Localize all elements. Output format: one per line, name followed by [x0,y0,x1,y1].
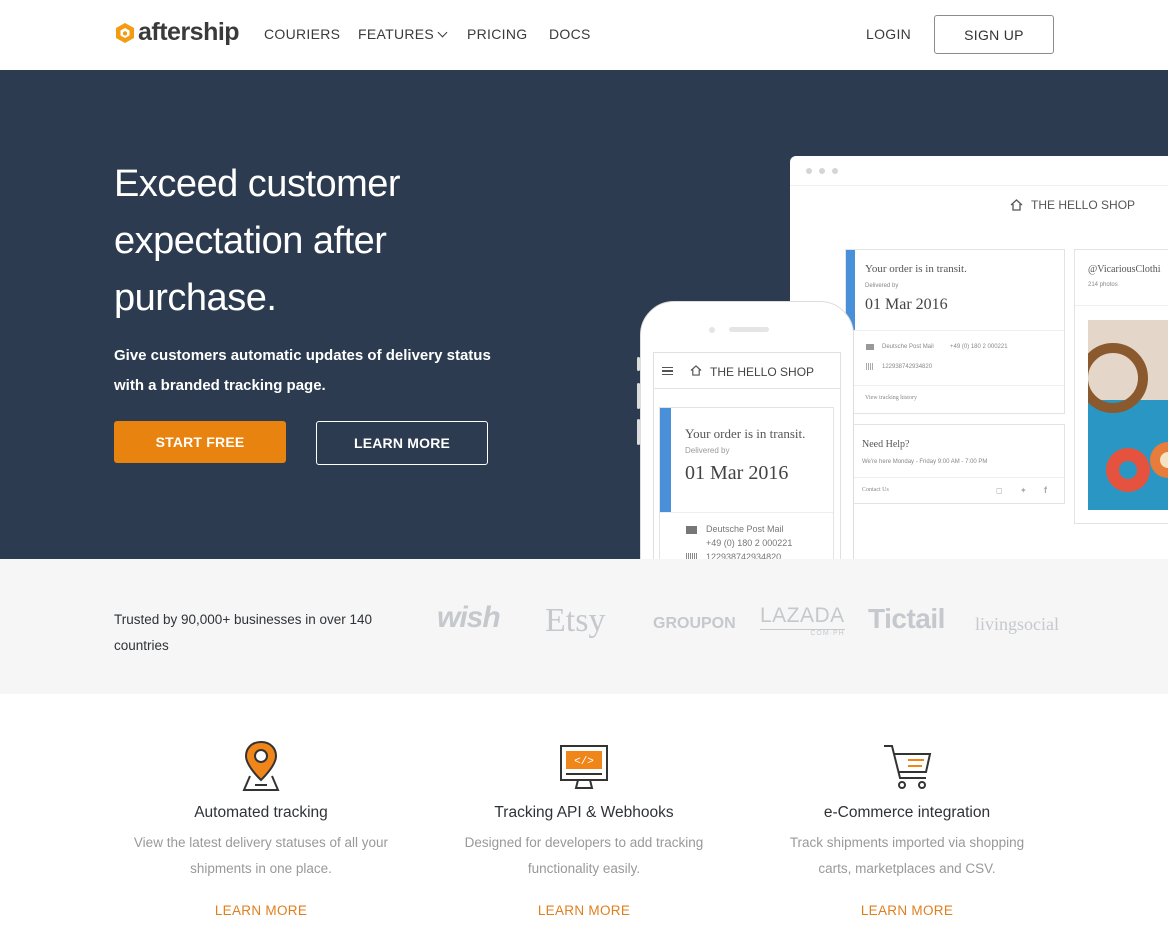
phone-camera [709,327,715,333]
trust-text: Trusted by 90,000+ businesses in over 14… [114,612,373,653]
trust-section: Trusted by 90,000+ businesses in over 14… [0,559,1168,694]
phone-side-button [637,419,640,445]
groupon-logo: GROUPON [653,615,736,632]
phone-speaker [729,327,769,332]
divider [846,330,1064,331]
delivered-by-label: Delivered by [865,283,899,289]
feature-ecommerce: e-Commerce integration Track shipments i… [757,740,1057,918]
feature-description: Track shipments imported via shopping ca… [789,835,1025,876]
barcode-icon [866,363,874,370]
top-nav: aftership COURIERS FEATURES PRICING DOCS… [0,0,1168,70]
shopping-cart-icon [884,745,932,789]
phone-side-button [637,383,640,409]
delivery-date: 01 Mar 2016 [865,296,948,313]
feature-learn-more-link[interactable]: LEARN MORE [434,903,734,918]
shop-name: THE HELLO SHOP [1031,198,1136,212]
instagram-icon[interactable]: ◻ [996,486,1003,495]
phone-delivered-by: Delivered by [685,446,730,455]
tictail-logo: Tictail [868,603,945,634]
aftership-logo[interactable]: aftership [114,18,240,47]
etsy-logo: Etsy [545,602,606,639]
window-dot [832,168,838,174]
phone-courier: Deutsche Post Mail [706,524,784,534]
logo-text: aftership [138,18,240,46]
chevron-down-icon [437,27,448,38]
logo-icon [116,22,134,43]
support-hours: We're here Monday - Friday 9:00 AM - 7:0… [862,459,988,465]
divider [660,512,833,513]
wish-logo: wish [437,601,501,634]
courier-name: Deutsche Post Mail [882,344,934,350]
signup-button[interactable]: SIGN UP [934,15,1054,54]
phone-shop-name: THE HELLO SHOP [710,365,815,379]
twitter-icon[interactable]: ✦ [1020,486,1027,495]
nav-features[interactable]: FEATURES [358,26,448,42]
phone-tracking-number: 122938742934820 [706,552,782,559]
truck-icon [866,344,874,350]
nav-features-label: FEATURES [358,26,435,42]
shop-header: THE HELLO SHOP [1010,198,1135,212]
hero-subtitle: Give customers automatic updates of deli… [114,347,491,394]
help-card: Need Help? We're here Monday - Friday 9:… [845,424,1065,504]
home-icon [690,365,702,376]
truck-icon [686,526,697,534]
home-icon [1010,199,1023,211]
lazada-logo: LAZADA COM·PH [760,604,845,637]
login-link[interactable]: LOGIN [866,26,911,42]
svg-text:</>: </> [574,756,594,768]
hero-section: Exceed customer expectation after purcha… [0,70,1168,559]
phone-courier-phone: +49 (0) 180 2 000221 [706,538,793,548]
nav-couriers[interactable]: COURIERS [264,26,340,42]
divider [1075,305,1168,306]
browser-bar [790,156,1168,186]
phone-delivery-date: 01 Mar 2016 [685,462,789,484]
feature-automated-tracking: Automated tracking View the latest deliv… [111,740,411,918]
courier-phone: +49 (0) 180 2 000221 [950,344,1008,350]
hamburger-menu-icon[interactable] [662,367,673,375]
status-text: Your order is in transit. [865,263,967,275]
instagram-handle: @VicariousClothi [1088,264,1161,275]
livingsocial-logo: livingsocial [975,614,1059,634]
window-dot [806,168,812,174]
hero-title: Exceed customer expectation after purcha… [114,163,401,319]
tracking-number: 122938742934820 [882,364,933,370]
lazada-subtext: COM·PH [760,629,845,637]
feature-title: Tracking API & Webhooks [494,804,674,821]
feature-description: View the latest delivery statuses of all… [133,835,389,876]
phone-screen: THE HELLO SHOP Your order is in transit.… [653,352,841,559]
map-pin-icon [242,740,280,791]
phone-mockup: THE HELLO SHOP Your order is in transit.… [640,301,854,559]
contact-link[interactable]: Contact Us [862,487,889,493]
view-history-link[interactable]: View tracking history [865,395,917,401]
instagram-photo [1088,320,1168,510]
feature-tracking-api: </> Tracking API & Webhooks Designed for… [434,740,734,918]
photo-count: 214 photos [1088,282,1118,288]
feature-learn-more-link[interactable]: LEARN MORE [111,903,411,918]
instagram-card: @VicariousClothi 214 photos [1074,249,1168,524]
phone-side-button [637,357,640,371]
feature-title: e-Commerce integration [823,804,991,821]
code-monitor-icon: </> [560,745,608,789]
divider [846,385,1064,386]
divider [846,477,1064,478]
phone-status-text: Your order is in transit. [685,426,806,441]
need-help-title: Need Help? [862,439,910,450]
feature-learn-more-link[interactable]: LEARN MORE [757,903,1057,918]
facebook-icon[interactable]: f [1044,485,1047,495]
tracking-card: Your order is in transit. Delivered by 0… [845,249,1065,414]
phone-header: THE HELLO SHOP [654,353,840,389]
feature-title: Automated tracking [194,804,328,821]
lazada-text: LAZADA [760,604,845,627]
window-dot [819,168,825,174]
status-accent [660,408,671,512]
learn-more-button[interactable]: LEARN MORE [316,421,488,465]
nav-pricing[interactable]: PRICING [467,26,527,42]
nav-docs[interactable]: DOCS [549,26,591,42]
feature-description: Designed for developers to add tracking … [464,835,704,876]
phone-tracking-card: Your order is in transit. Delivered by 0… [659,407,834,559]
start-free-button[interactable]: START FREE [114,421,286,463]
